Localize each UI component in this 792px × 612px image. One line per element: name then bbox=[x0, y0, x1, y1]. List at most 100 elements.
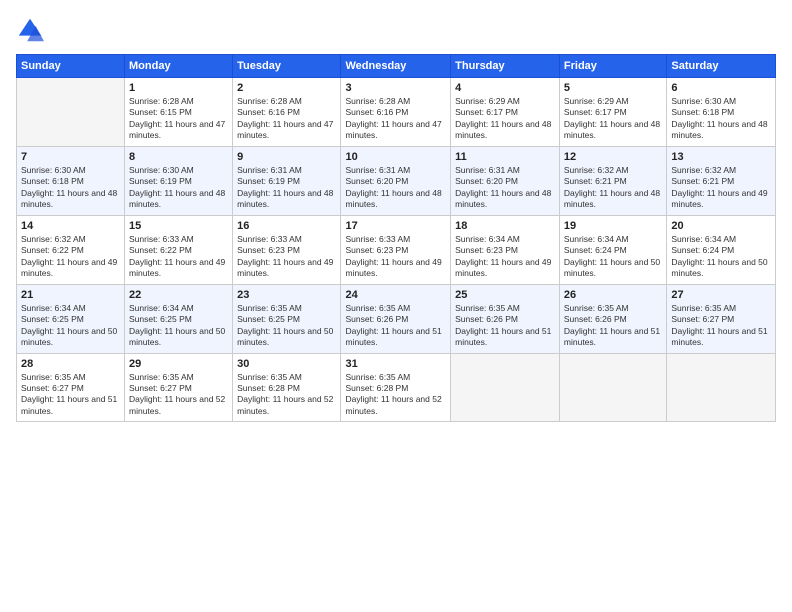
calendar-cell bbox=[451, 353, 560, 422]
day-number: 9 bbox=[237, 151, 336, 163]
day-number: 22 bbox=[129, 289, 228, 301]
day-info: Sunrise: 6:28 AMSunset: 6:16 PMDaylight:… bbox=[345, 96, 446, 142]
calendar-cell: 20Sunrise: 6:34 AMSunset: 6:24 PMDayligh… bbox=[667, 215, 776, 284]
calendar-cell: 24 Sunrise: 6:35 AMSunset: 6:26 PMDayligh… bbox=[341, 284, 451, 353]
calendar-cell: 18Sunrise: 6:34 AMSunset: 6:23 PMDayligh… bbox=[451, 215, 560, 284]
logo bbox=[16, 16, 48, 44]
calendar-week-row: 14 Sunrise: 6:32 AMSunset: 6:22 PMDayligh… bbox=[17, 215, 776, 284]
day-info: Sunrise: 6:32 AMSunset: 6:21 PMDaylight:… bbox=[564, 165, 662, 211]
calendar-cell: 1 Sunrise: 6:28 AMSunset: 6:15 PMDaylight… bbox=[125, 78, 233, 147]
day-info: Sunrise: 6:35 AMSunset: 6:26 PMDaylight:… bbox=[455, 303, 555, 349]
calendar-cell: 25 Sunrise: 6:35 AMSunset: 6:26 PMDayligh… bbox=[451, 284, 560, 353]
calendar-cell: 27 Sunrise: 6:35 AMSunset: 6:27 PMDayligh… bbox=[667, 284, 776, 353]
day-number: 11 bbox=[455, 151, 555, 163]
col-header-sunday: Sunday bbox=[17, 55, 125, 78]
day-number: 14 bbox=[21, 220, 120, 232]
day-number: 8 bbox=[129, 151, 228, 163]
calendar-week-row: 21 Sunrise: 6:34 AMSunset: 6:25 PMDayligh… bbox=[17, 284, 776, 353]
day-info: Sunrise: 6:35 AMSunset: 6:27 PMDaylight:… bbox=[21, 372, 120, 418]
day-number: 10 bbox=[345, 151, 446, 163]
calendar-cell: 10 Sunrise: 6:31 AMSunset: 6:20 PMDayligh… bbox=[341, 146, 451, 215]
calendar-cell: 26 Sunrise: 6:35 AMSunset: 6:26 PMDayligh… bbox=[559, 284, 666, 353]
day-info: Sunrise: 6:31 AMSunset: 6:20 PMDaylight:… bbox=[345, 165, 446, 211]
calendar-cell: 9Sunrise: 6:31 AMSunset: 6:19 PMDaylight… bbox=[233, 146, 341, 215]
day-info: Sunrise: 6:35 AMSunset: 6:25 PMDaylight:… bbox=[237, 303, 336, 349]
day-number: 15 bbox=[129, 220, 228, 232]
col-header-thursday: Thursday bbox=[451, 55, 560, 78]
day-info: Sunrise: 6:30 AMSunset: 6:18 PMDaylight:… bbox=[21, 165, 120, 211]
day-number: 23 bbox=[237, 289, 336, 301]
day-info: Sunrise: 6:35 AMSunset: 6:26 PMDaylight:… bbox=[345, 303, 446, 349]
col-header-wednesday: Wednesday bbox=[341, 55, 451, 78]
calendar-cell: 13Sunrise: 6:32 AMSunset: 6:21 PMDayligh… bbox=[667, 146, 776, 215]
day-info: Sunrise: 6:28 AMSunset: 6:16 PMDaylight:… bbox=[237, 96, 336, 142]
col-header-monday: Monday bbox=[125, 55, 233, 78]
day-number: 16 bbox=[237, 220, 336, 232]
calendar-cell: 22 Sunrise: 6:34 AMSunset: 6:25 PMDayligh… bbox=[125, 284, 233, 353]
day-number: 7 bbox=[21, 151, 120, 163]
day-number: 3 bbox=[345, 82, 446, 94]
day-info: Sunrise: 6:28 AMSunset: 6:15 PMDaylight:… bbox=[129, 96, 228, 142]
calendar-cell: 29 Sunrise: 6:35 AMSunset: 6:27 PMDayligh… bbox=[125, 353, 233, 422]
calendar-week-row: 7 Sunrise: 6:30 AMSunset: 6:18 PMDaylight… bbox=[17, 146, 776, 215]
day-number: 19 bbox=[564, 220, 662, 232]
calendar-cell: 28 Sunrise: 6:35 AMSunset: 6:27 PMDayligh… bbox=[17, 353, 125, 422]
day-number: 24 bbox=[345, 289, 446, 301]
calendar-cell: 17Sunrise: 6:33 AMSunset: 6:23 PMDayligh… bbox=[341, 215, 451, 284]
calendar-week-row: 1 Sunrise: 6:28 AMSunset: 6:15 PMDaylight… bbox=[17, 78, 776, 147]
day-info: Sunrise: 6:35 AMSunset: 6:28 PMDaylight:… bbox=[345, 372, 446, 418]
day-number: 26 bbox=[564, 289, 662, 301]
day-number: 1 bbox=[129, 82, 228, 94]
calendar-cell: 30 Sunrise: 6:35 AMSunset: 6:28 PMDayligh… bbox=[233, 353, 341, 422]
day-info: Sunrise: 6:33 AMSunset: 6:22 PMDaylight:… bbox=[129, 234, 228, 280]
col-header-friday: Friday bbox=[559, 55, 666, 78]
day-info: Sunrise: 6:35 AMSunset: 6:26 PMDaylight:… bbox=[564, 303, 662, 349]
day-info: Sunrise: 6:34 AMSunset: 6:25 PMDaylight:… bbox=[21, 303, 120, 349]
calendar-week-row: 28 Sunrise: 6:35 AMSunset: 6:27 PMDayligh… bbox=[17, 353, 776, 422]
day-info: Sunrise: 6:30 AMSunset: 6:18 PMDaylight:… bbox=[671, 96, 771, 142]
day-number: 21 bbox=[21, 289, 120, 301]
calendar-header-row: SundayMondayTuesdayWednesdayThursdayFrid… bbox=[17, 55, 776, 78]
calendar-cell: 31 Sunrise: 6:35 AMSunset: 6:28 PMDayligh… bbox=[341, 353, 451, 422]
calendar-cell: 2 Sunrise: 6:28 AMSunset: 6:16 PMDaylight… bbox=[233, 78, 341, 147]
day-info: Sunrise: 6:34 AMSunset: 6:23 PMDaylight:… bbox=[455, 234, 555, 280]
calendar-cell: 21 Sunrise: 6:34 AMSunset: 6:25 PMDayligh… bbox=[17, 284, 125, 353]
day-info: Sunrise: 6:30 AMSunset: 6:19 PMDaylight:… bbox=[129, 165, 228, 211]
day-number: 29 bbox=[129, 358, 228, 370]
calendar-cell bbox=[559, 353, 666, 422]
day-info: Sunrise: 6:35 AMSunset: 6:27 PMDaylight:… bbox=[671, 303, 771, 349]
day-info: Sunrise: 6:29 AMSunset: 6:17 PMDaylight:… bbox=[455, 96, 555, 142]
calendar-cell: 6 Sunrise: 6:30 AMSunset: 6:18 PMDaylight… bbox=[667, 78, 776, 147]
day-info: Sunrise: 6:34 AMSunset: 6:25 PMDaylight:… bbox=[129, 303, 228, 349]
day-number: 17 bbox=[345, 220, 446, 232]
calendar-cell bbox=[17, 78, 125, 147]
col-header-tuesday: Tuesday bbox=[233, 55, 341, 78]
day-number: 27 bbox=[671, 289, 771, 301]
day-number: 28 bbox=[21, 358, 120, 370]
day-number: 31 bbox=[345, 358, 446, 370]
day-number: 30 bbox=[237, 358, 336, 370]
day-info: Sunrise: 6:32 AMSunset: 6:22 PMDaylight:… bbox=[21, 234, 120, 280]
day-number: 25 bbox=[455, 289, 555, 301]
day-number: 6 bbox=[671, 82, 771, 94]
calendar-cell: 15 Sunrise: 6:33 AMSunset: 6:22 PMDayligh… bbox=[125, 215, 233, 284]
header bbox=[16, 16, 776, 44]
calendar-cell: 12Sunrise: 6:32 AMSunset: 6:21 PMDayligh… bbox=[559, 146, 666, 215]
calendar-cell: 19 Sunrise: 6:34 AMSunset: 6:24 PMDayligh… bbox=[559, 215, 666, 284]
calendar-cell: 16 Sunrise: 6:33 AMSunset: 6:23 PMDayligh… bbox=[233, 215, 341, 284]
day-info: Sunrise: 6:33 AMSunset: 6:23 PMDaylight:… bbox=[237, 234, 336, 280]
calendar-cell: 8 Sunrise: 6:30 AMSunset: 6:19 PMDaylight… bbox=[125, 146, 233, 215]
day-number: 5 bbox=[564, 82, 662, 94]
day-number: 13 bbox=[671, 151, 771, 163]
calendar-cell: 11Sunrise: 6:31 AMSunset: 6:20 PMDayligh… bbox=[451, 146, 560, 215]
calendar-cell: 3 Sunrise: 6:28 AMSunset: 6:16 PMDaylight… bbox=[341, 78, 451, 147]
calendar-cell: 4Sunrise: 6:29 AMSunset: 6:17 PMDaylight… bbox=[451, 78, 560, 147]
day-info: Sunrise: 6:35 AMSunset: 6:28 PMDaylight:… bbox=[237, 372, 336, 418]
day-info: Sunrise: 6:34 AMSunset: 6:24 PMDaylight:… bbox=[564, 234, 662, 280]
day-number: 2 bbox=[237, 82, 336, 94]
calendar-cell: 23 Sunrise: 6:35 AMSunset: 6:25 PMDayligh… bbox=[233, 284, 341, 353]
col-header-saturday: Saturday bbox=[667, 55, 776, 78]
calendar-table: SundayMondayTuesdayWednesdayThursdayFrid… bbox=[16, 54, 776, 422]
logo-icon bbox=[16, 16, 44, 44]
day-info: Sunrise: 6:35 AMSunset: 6:27 PMDaylight:… bbox=[129, 372, 228, 418]
